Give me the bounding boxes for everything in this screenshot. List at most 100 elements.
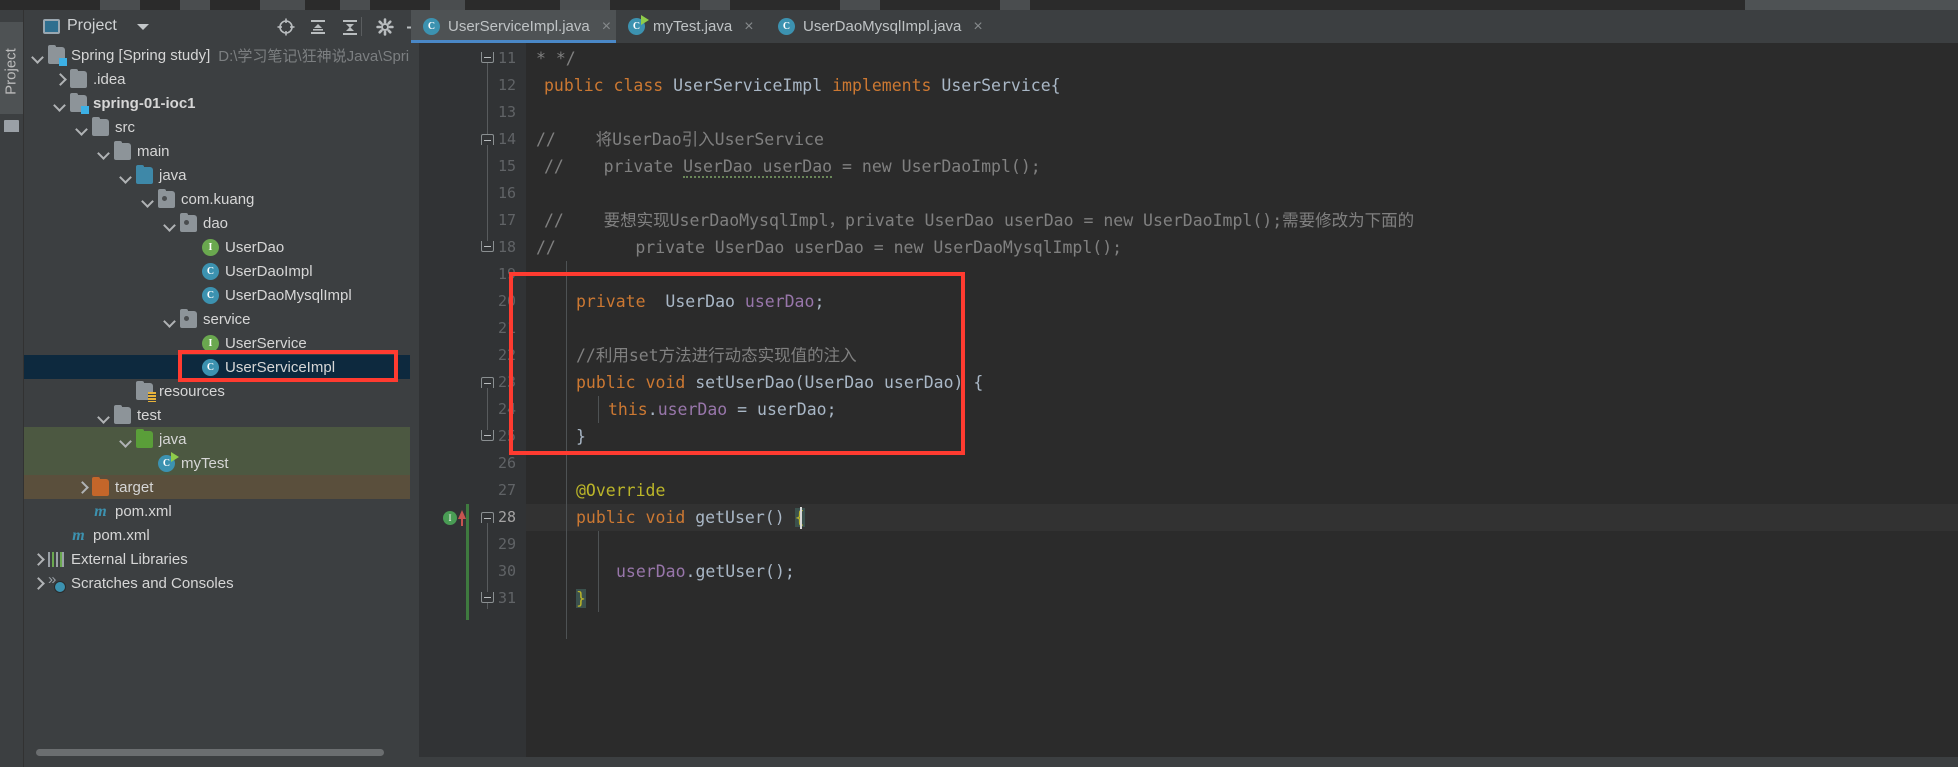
tree-row[interactable]: I UserDao [24, 235, 410, 259]
project-tree[interactable]: Spring [Spring study] D:\学习笔记\狂神说Java\Spr… [24, 43, 410, 767]
code-line[interactable] [526, 261, 1958, 288]
code-line[interactable]: private UserDao userDao; [526, 288, 1958, 315]
tree-row-label: java [159, 430, 187, 448]
code-line[interactable]: // private UserDao userDao = new UserDao… [526, 153, 1958, 180]
tree-row[interactable]: .idea [24, 67, 410, 91]
code-line[interactable]: // private UserDao userDao = new UserDao… [526, 234, 1958, 261]
editor-tab[interactable]: C UserServiceImpl.java × [411, 10, 616, 43]
tree-row-label: .idea [93, 70, 126, 88]
code-line[interactable] [526, 450, 1958, 477]
top-strip-fragment [100, 0, 140, 10]
close-icon[interactable]: × [744, 18, 753, 35]
tree-row[interactable]: Spring [Spring study] D:\学习笔记\狂神说Java\Spr… [24, 43, 410, 67]
code-line[interactable] [526, 180, 1958, 207]
code-fold-end-icon[interactable] [481, 592, 494, 603]
tree-row[interactable]: External Libraries [24, 547, 410, 571]
tree-row[interactable]: main [24, 139, 410, 163]
line-number: 15 [497, 157, 516, 175]
tree-row[interactable]: I UserService [24, 331, 410, 355]
chevron-down-icon[interactable] [164, 217, 177, 230]
select-opened-file-icon[interactable] [277, 18, 295, 36]
structure-icon[interactable] [4, 120, 19, 132]
tree-row[interactable]: service [24, 307, 410, 331]
chevron-down-icon[interactable] [54, 97, 67, 110]
class-icon: C [202, 358, 219, 376]
tree-row[interactable]: test [24, 403, 410, 427]
scrollbar-thumb[interactable] [36, 749, 384, 756]
tree-row[interactable]: resources [24, 379, 410, 403]
code-line[interactable] [526, 315, 1958, 342]
line-number: 31 [497, 589, 516, 607]
tree-row[interactable]: dao [24, 211, 410, 235]
gear-icon[interactable] [376, 18, 394, 36]
tree-row[interactable]: CmyTest [24, 451, 410, 475]
tree-row[interactable]: java [24, 427, 410, 451]
line-number: 26 [497, 454, 516, 472]
collapse-all-icon[interactable] [341, 18, 359, 36]
chevron-down-icon[interactable] [120, 433, 133, 446]
code-line[interactable]: public void setUserDao(UserDao userDao) … [526, 369, 1958, 396]
code-fold-end-icon[interactable] [481, 241, 494, 252]
tree-row[interactable]: m pom.xml [24, 523, 410, 547]
code-line[interactable]: } [526, 585, 1958, 612]
chevron-down-icon[interactable] [164, 313, 177, 326]
chevron-down-icon[interactable] [98, 145, 111, 158]
code-fold-start-icon[interactable] [481, 512, 494, 523]
code-line[interactable]: // 要想实现UserDaoMysqlImpl，private UserDao … [526, 207, 1958, 234]
code-fold-start-icon[interactable] [481, 134, 494, 145]
tree-row[interactable]: java [24, 163, 410, 187]
editor-gutter[interactable]: 11 12 13 14 15 16 17 18 19 20 21 22 23 24 25 26 27 28 I 29 3… [411, 43, 526, 767]
tree-row-label: test [137, 406, 162, 424]
test-class-icon: C [158, 451, 179, 472]
tree-row[interactable]: com.kuang [24, 187, 410, 211]
code-line[interactable]: // 将UserDao引入UserService [526, 126, 1958, 153]
chevron-right-icon[interactable] [32, 577, 45, 590]
close-icon[interactable]: × [602, 18, 611, 35]
chevron-down-icon[interactable] [137, 24, 149, 30]
chevron-right-icon[interactable] [32, 553, 45, 566]
project-tool-window: Project Spring [Spring study] D:\学习笔记\狂神… [24, 10, 423, 767]
tree-row[interactable]: src [24, 115, 410, 139]
editor-tab[interactable]: CmyTest.java × [616, 10, 766, 43]
code-line[interactable]: userDao.getUser(); [526, 558, 1958, 585]
code-line[interactable]: @Override [526, 477, 1958, 504]
override-arrow-icon[interactable] [458, 510, 466, 526]
indent-guide [598, 531, 599, 612]
tree-row-label: com.kuang [181, 190, 255, 208]
code-line[interactable]: * */ [526, 45, 1958, 72]
tool-window-tab-project[interactable]: Project [0, 22, 23, 114]
implementing-method-icon[interactable]: I [443, 511, 457, 525]
code-line[interactable]: public class UserServiceImpl implements … [526, 72, 1958, 99]
chevron-down-icon[interactable] [98, 409, 111, 422]
code-fold-end-icon[interactable] [481, 52, 494, 63]
code-line[interactable] [526, 531, 1958, 558]
chevron-right-icon[interactable] [76, 481, 89, 494]
tree-row[interactable]: m pom.xml [24, 499, 410, 523]
close-icon[interactable]: × [973, 18, 982, 35]
expand-all-icon[interactable] [309, 18, 327, 36]
chevron-right-icon[interactable] [54, 73, 67, 86]
code-line[interactable]: //利用set方法进行动态实现值的注入 [526, 342, 1958, 369]
tree-row[interactable]: spring-01-ioc1 [24, 91, 410, 115]
code-token: getUser [695, 508, 765, 527]
tree-row[interactable]: C UserDaoImpl [24, 259, 410, 283]
editor-code-area[interactable]: * */ public class UserServiceImpl impleme… [526, 43, 1958, 767]
code-fold-start-icon[interactable] [481, 377, 494, 388]
top-strip-fragment [560, 0, 610, 10]
external-libraries-icon [48, 552, 65, 567]
tree-row[interactable]: target [24, 475, 410, 499]
chevron-down-icon[interactable] [32, 49, 45, 62]
code-line[interactable] [526, 99, 1958, 126]
editor-tab[interactable]: C UserDaoMysqlImpl.java × [766, 10, 983, 43]
chevron-down-icon[interactable] [142, 193, 155, 206]
code-fold-end-icon[interactable] [481, 430, 494, 441]
chevron-down-icon[interactable] [120, 169, 133, 182]
code-line[interactable]: public void getUser() { [526, 504, 1958, 531]
code-line[interactable]: this.userDao = userDao; [526, 396, 1958, 423]
chevron-down-icon[interactable] [76, 121, 89, 134]
tree-row[interactable]: Scratches and Consoles [24, 571, 410, 595]
project-tree-hscrollbar[interactable] [24, 748, 410, 757]
tree-row[interactable]: C UserDaoMysqlImpl [24, 283, 410, 307]
tree-row[interactable]: C UserServiceImpl [24, 355, 410, 379]
code-line[interactable]: } [526, 423, 1958, 450]
